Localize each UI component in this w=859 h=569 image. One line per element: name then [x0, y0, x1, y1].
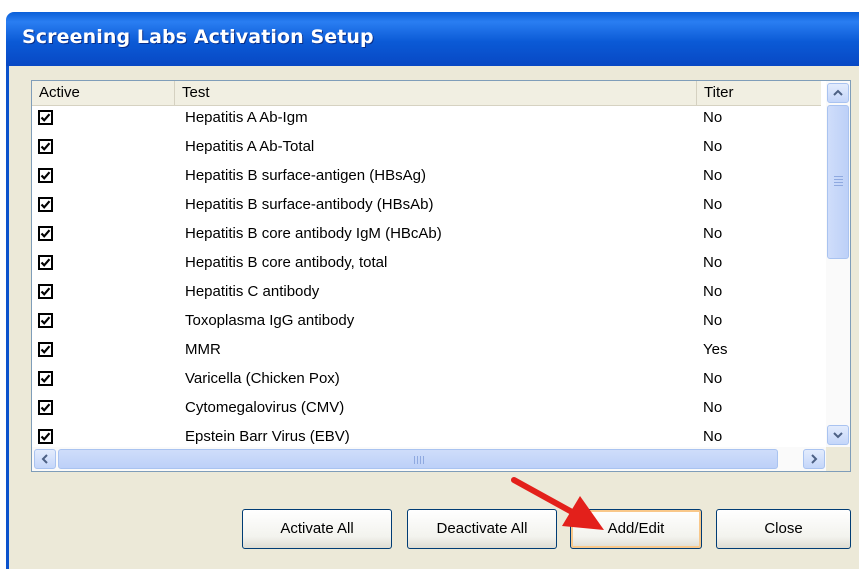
test-name-cell: Toxoplasma IgG antibody — [185, 312, 355, 329]
test-name-cell: MMR — [185, 341, 221, 358]
test-name-cell: Hepatitis A Ab-Igm — [185, 109, 308, 126]
checkbox-checked-icon[interactable] — [38, 255, 53, 270]
test-name-cell: Hepatitis B core antibody, total — [185, 254, 388, 271]
scroll-up-button[interactable] — [827, 83, 849, 103]
titer-cell: No — [703, 312, 723, 329]
test-name-cell: Varicella (Chicken Pox) — [185, 370, 340, 387]
close-button[interactable]: Close — [716, 509, 851, 549]
test-name-cell: Cytomegalovirus (CMV) — [185, 399, 345, 416]
dialog-window: Screening Labs Activation Setup Active T… — [0, 0, 859, 569]
list-rows: Hepatitis A Ab-Igm No Hepatitis A Ab-Total… — [32, 105, 821, 453]
window-title: Screening Labs Activation Setup — [22, 26, 374, 48]
test-name-cell: Hepatitis C antibody — [185, 283, 320, 300]
titer-cell: No — [703, 138, 723, 155]
list-header: Active Test Titer — [32, 81, 821, 106]
test-name-cell: Hepatitis A Ab-Total — [185, 138, 315, 155]
titer-cell: No — [703, 167, 723, 184]
checkbox-checked-icon[interactable] — [38, 197, 53, 212]
scroll-down-button[interactable] — [827, 425, 849, 445]
scroll-right-button[interactable] — [803, 449, 825, 469]
chevron-right-icon — [811, 454, 818, 464]
table-row[interactable]: Hepatitis B surface-antigen (HBsAg) No — [32, 163, 821, 192]
checkbox-checked-icon[interactable] — [38, 110, 53, 125]
table-row[interactable]: Toxoplasma IgG antibody No — [32, 308, 821, 337]
activate-all-button[interactable]: Activate All — [242, 509, 392, 549]
table-row[interactable]: Hepatitis B core antibody, total No — [32, 250, 821, 279]
test-name-cell: Hepatitis B core antibody IgM (HBcAb) — [185, 225, 442, 242]
checkbox-checked-icon[interactable] — [38, 400, 53, 415]
titer-cell: No — [703, 283, 723, 300]
horizontal-scrollbar[interactable] — [32, 447, 828, 471]
titer-cell: No — [703, 254, 723, 271]
vertical-scrollbar[interactable] — [826, 81, 850, 448]
test-name-cell: Epstein Barr Virus (EBV) — [185, 428, 350, 445]
titer-cell: No — [703, 399, 723, 416]
checkbox-checked-icon[interactable] — [38, 371, 53, 386]
table-row[interactable]: Hepatitis A Ab-Total No — [32, 134, 821, 163]
thumb-grip — [834, 179, 843, 180]
thumb-grip — [423, 456, 424, 464]
chevron-up-icon — [833, 89, 843, 96]
scrollbar-corner — [826, 447, 850, 471]
checkbox-checked-icon[interactable] — [38, 139, 53, 154]
column-header-titer[interactable]: Titer — [697, 81, 821, 105]
table-row[interactable]: Hepatitis B surface-antibody (HBsAb) No — [32, 192, 821, 221]
checkbox-checked-icon[interactable] — [38, 168, 53, 183]
test-name-cell: Hepatitis B surface-antigen (HBsAg) — [185, 167, 426, 184]
vertical-scroll-thumb[interactable] — [827, 105, 849, 259]
thumb-grip — [420, 456, 421, 464]
titer-cell: No — [703, 428, 723, 445]
checkbox-checked-icon[interactable] — [38, 429, 53, 444]
titer-cell: No — [703, 196, 723, 213]
chevron-left-icon — [41, 454, 48, 464]
table-row[interactable]: Hepatitis B core antibody IgM (HBcAb) No — [32, 221, 821, 250]
table-row[interactable]: Hepatitis C antibody No — [32, 279, 821, 308]
table-row[interactable]: Hepatitis A Ab-Igm No — [32, 105, 821, 134]
thumb-grip — [834, 182, 843, 183]
test-name-cell: Hepatitis B surface-antibody (HBsAb) — [185, 196, 434, 213]
red-arrow-icon — [511, 477, 604, 530]
checkbox-checked-icon[interactable] — [38, 226, 53, 241]
column-header-test[interactable]: Test — [175, 81, 697, 105]
table-row[interactable]: Cytomegalovirus (CMV) No — [32, 395, 821, 424]
thumb-grip — [414, 456, 415, 464]
horizontal-scroll-thumb[interactable] — [58, 449, 778, 469]
column-header-active[interactable]: Active — [32, 81, 175, 105]
titer-cell: No — [703, 370, 723, 387]
checkbox-checked-icon[interactable] — [38, 313, 53, 328]
titer-cell: Yes — [703, 341, 728, 358]
scroll-left-button[interactable] — [34, 449, 56, 469]
thumb-grip — [417, 456, 418, 464]
titer-cell: No — [703, 109, 723, 126]
table-row[interactable]: MMR Yes — [32, 337, 821, 366]
checkbox-checked-icon[interactable] — [38, 342, 53, 357]
title-bar[interactable]: Screening Labs Activation Setup — [6, 12, 859, 66]
chevron-down-icon — [833, 432, 843, 439]
labs-list[interactable]: Active Test Titer Hepatitis A Ab-Igm No He… — [31, 80, 851, 472]
titer-cell: No — [703, 225, 723, 242]
thumb-grip — [834, 176, 843, 177]
thumb-grip — [834, 185, 843, 186]
table-row[interactable]: Varicella (Chicken Pox) No — [32, 366, 821, 395]
checkbox-checked-icon[interactable] — [38, 284, 53, 299]
